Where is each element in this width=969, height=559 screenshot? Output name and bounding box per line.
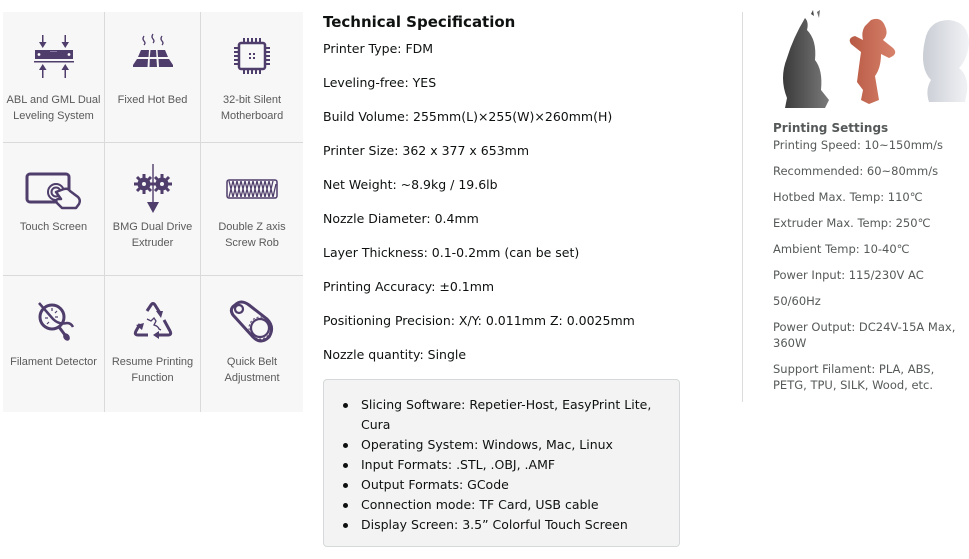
feature-hot-bed: Fixed Hot Bed [105, 12, 201, 143]
feature-filament-detector: Filament Detector [3, 276, 105, 412]
feature-label: Touch Screen [19, 221, 88, 233]
spec-row: Nozzle quantity: Single [323, 347, 467, 362]
spec-row: Net Weight: ~8.9kg / 19.6lb [323, 177, 498, 192]
filament-detector-icon [3, 296, 104, 348]
feature-leveling: ABL and GML Dual Leveling System [3, 12, 105, 143]
feature-label: Filament Detector [10, 356, 97, 368]
spec-row: Printer Size: 362 x 377 x 653mm [323, 143, 530, 158]
printing-settings: Printing Settings Printing Speed: 10~150… [773, 120, 969, 392]
gears-extruder-icon [105, 163, 200, 215]
settings-row: Recommended: 60~80mm/s [773, 164, 939, 178]
list-item: Input Formats: .STL, .OBJ, .AMF [340, 455, 660, 475]
feature-label: Double Z axis Screw Rob [218, 221, 286, 249]
screw-rod-icon [201, 163, 303, 215]
feature-belt-adjustment: Quick Belt Adjustment [201, 276, 303, 412]
spec-row: Printing Accuracy: ±0.1mm [323, 279, 495, 294]
list-item: Slicing Software: Repetier-Host, EasyPri… [340, 395, 660, 435]
spec-row: Printer Type: FDM [323, 41, 434, 56]
list-item: Operating System: Windows, Mac, Linux [340, 435, 660, 455]
settings-row: Ambient Temp: 10-40℃ [773, 242, 910, 256]
spec-row: Build Volume: 255mm(L)×255(W)×260mm(H) [323, 109, 613, 124]
settings-row: Power Input: 115/230V AC [773, 268, 924, 282]
settings-row: Printing Speed: 10~150mm/s [773, 138, 943, 152]
chip-icon [201, 30, 303, 82]
feature-label: Resume Printing Function [111, 356, 194, 384]
settings-row: Extruder Max. Temp: 250℃ [773, 216, 931, 230]
feature-motherboard: 32-bit Silent Motherboard [201, 12, 303, 143]
settings-row: Power Output: DC24V-15A Max, 360W [773, 320, 956, 350]
feature-resume-printing: Resume Printing Function [105, 276, 201, 412]
spec-row: Positioning Precision: X/Y: 0.011mm Z: 0… [323, 313, 635, 328]
feature-touch-screen: Touch Screen [3, 143, 105, 276]
settings-row: Hotbed Max. Temp: 110℃ [773, 190, 923, 204]
feature-screw-rod: Double Z axis Screw Rob [201, 143, 303, 276]
dark-figure [783, 10, 829, 108]
spec-row: Nozzle Diameter: 0.4mm [323, 211, 479, 226]
belt-icon [201, 296, 303, 348]
touch-screen-icon [3, 163, 104, 215]
software-info-box: Slicing Software: Repetier-Host, EasyPri… [323, 379, 680, 547]
list-item: Connection mode: TF Card, USB cable [340, 495, 660, 515]
settings-row: Support Filament: PLA, ABS, PETG, TPU, S… [773, 362, 935, 392]
spec-title: Technical Specification [323, 13, 516, 31]
terracotta-figure [849, 18, 896, 104]
printed-models-image [775, 10, 969, 110]
spec-row: Leveling-free: YES [323, 75, 437, 90]
leveling-icon [3, 30, 104, 82]
list-item: Output Formats: GCode [340, 475, 660, 495]
feature-label: 32-bit Silent Motherboard [220, 94, 284, 122]
feature-label: Quick Belt Adjustment [224, 356, 280, 384]
feature-label: ABL and GML Dual Leveling System [6, 94, 101, 122]
hot-bed-icon [105, 30, 200, 82]
feature-grid: ABL and GML Dual Leveling System Fixed H… [3, 12, 303, 412]
software-list: Slicing Software: Repetier-Host, EasyPri… [340, 395, 660, 535]
settings-title: Printing Settings [773, 121, 889, 135]
white-lion-figure [923, 20, 969, 102]
settings-row: 50/60Hz [773, 294, 821, 308]
feature-label: Fixed Hot Bed [117, 94, 188, 106]
spec-row: Layer Thickness: 0.1-0.2mm (can be set) [323, 245, 580, 260]
technical-specification: Technical Specification Printer Type: FD… [323, 12, 723, 362]
recycle-resume-icon [105, 296, 200, 348]
feature-label: BMG Dual Drive Extruder [112, 221, 193, 249]
feature-extruder: BMG Dual Drive Extruder [105, 143, 201, 276]
vertical-divider [742, 12, 743, 402]
list-item: Display Screen: 3.5” Colorful Touch Scre… [340, 515, 660, 535]
